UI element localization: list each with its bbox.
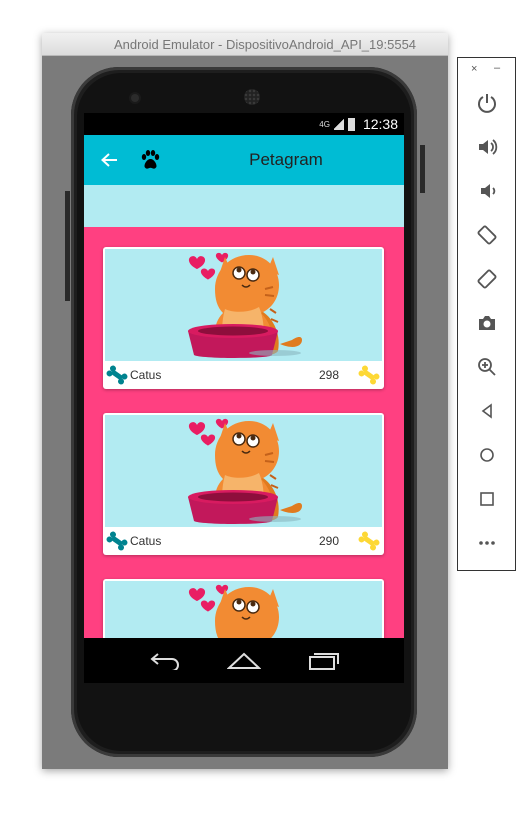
volume-up-icon bbox=[479, 139, 498, 155]
cat-illustration-icon bbox=[188, 252, 302, 358]
power-button[interactable] bbox=[472, 88, 502, 118]
nav-recents-button[interactable] bbox=[304, 646, 344, 676]
rotate-left-icon bbox=[477, 225, 497, 245]
bone-teal-icon bbox=[106, 531, 128, 551]
pet-image bbox=[105, 581, 382, 638]
back-button[interactable] bbox=[472, 396, 502, 426]
rotate-left-button[interactable] bbox=[472, 220, 502, 250]
pet-likes-count: 298 bbox=[319, 368, 340, 382]
pet-card[interactable]: Catus 298 bbox=[103, 247, 384, 389]
pet-list[interactable]: Catus 298 Catus 290 bbox=[84, 227, 404, 638]
network-type: 4G bbox=[319, 119, 330, 129]
app-toolbar: Petagram bbox=[84, 135, 404, 185]
device-screen: 4G 12:38 Petagram Catus 298 Catus 290 bbox=[84, 113, 404, 683]
more-button[interactable] bbox=[472, 528, 502, 558]
zoom-button[interactable] bbox=[472, 352, 502, 382]
signal-icon bbox=[333, 118, 344, 130]
pet-card[interactable] bbox=[103, 579, 384, 638]
pet-name: Catus bbox=[130, 368, 162, 382]
like-bone-icon[interactable] bbox=[358, 365, 380, 389]
bone-icon[interactable] bbox=[106, 531, 128, 555]
pet-image bbox=[105, 249, 382, 361]
overview-button[interactable] bbox=[472, 484, 502, 514]
camera-icon bbox=[479, 316, 495, 330]
cat-illustration-icon bbox=[188, 584, 279, 638]
home-icon bbox=[480, 448, 494, 462]
phone-side-button-left bbox=[65, 191, 70, 301]
paw-icon bbox=[141, 150, 160, 169]
volume-down-icon bbox=[481, 184, 496, 198]
emulator-title: Android Emulator - DispositivoAndroid_AP… bbox=[113, 36, 417, 52]
bone-icon[interactable] bbox=[106, 365, 128, 389]
speaker-grille-icon bbox=[244, 89, 260, 105]
home-button[interactable] bbox=[472, 440, 502, 470]
nav-back-button[interactable] bbox=[144, 646, 184, 676]
bone-yellow-icon bbox=[358, 531, 380, 551]
nav-home-icon bbox=[227, 652, 261, 669]
like-bone-icon[interactable] bbox=[358, 531, 380, 555]
emulator-controls-panel: × – bbox=[457, 57, 516, 571]
panel-header: × – bbox=[458, 62, 517, 76]
pet-image bbox=[105, 415, 382, 527]
phone-power-button bbox=[420, 145, 425, 193]
minimize-panel-button[interactable]: – bbox=[494, 62, 500, 74]
bone-teal-icon bbox=[106, 365, 128, 385]
volume-down-button[interactable] bbox=[472, 176, 502, 206]
rotate-right-button[interactable] bbox=[472, 264, 502, 294]
back-arrow-button[interactable] bbox=[84, 135, 134, 185]
nav-home-button[interactable] bbox=[224, 646, 264, 676]
system-nav-bar bbox=[84, 638, 404, 683]
cat-illustration-icon bbox=[188, 418, 302, 524]
pet-card[interactable]: Catus 290 bbox=[103, 413, 384, 555]
power-icon bbox=[478, 94, 496, 113]
more-icon bbox=[479, 541, 495, 545]
emulator-titlebar[interactable]: Android Emulator - DispositivoAndroid_AP… bbox=[42, 33, 448, 56]
close-panel-button[interactable]: × bbox=[471, 63, 477, 75]
pet-card-footer: Catus 290 bbox=[103, 527, 384, 555]
overview-icon bbox=[480, 492, 494, 506]
front-camera-icon bbox=[131, 94, 139, 102]
volume-up-button[interactable] bbox=[472, 132, 502, 162]
arrow-left-icon bbox=[101, 153, 117, 167]
nav-back-icon bbox=[150, 652, 179, 670]
pet-card-footer: Catus 298 bbox=[103, 361, 384, 389]
status-bar: 4G 12:38 bbox=[84, 113, 404, 135]
screenshot-button[interactable] bbox=[472, 308, 502, 338]
paw-button[interactable] bbox=[135, 135, 165, 185]
back-icon bbox=[481, 403, 492, 419]
nav-recents-icon bbox=[309, 652, 339, 670]
status-time: 12:38 bbox=[362, 116, 398, 132]
pet-name: Catus bbox=[130, 534, 162, 548]
rotate-right-icon bbox=[477, 269, 497, 289]
sub-header-bar bbox=[84, 185, 404, 227]
battery-icon bbox=[347, 117, 355, 131]
pet-likes-count: 290 bbox=[319, 534, 340, 548]
zoom-icon bbox=[478, 358, 496, 376]
bone-yellow-icon bbox=[358, 365, 380, 385]
